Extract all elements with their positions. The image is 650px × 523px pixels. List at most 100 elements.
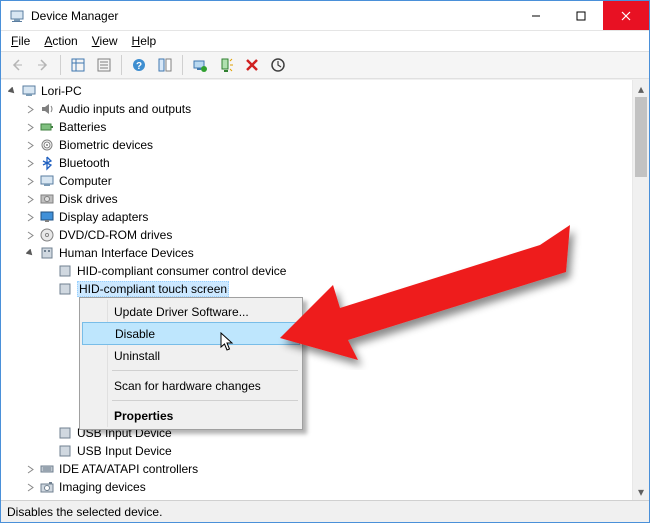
menu-action[interactable]: Action: [38, 32, 83, 50]
battery-icon: [39, 119, 55, 135]
ctx-uninstall[interactable]: Uninstall: [82, 344, 300, 367]
collapse-icon[interactable]: [5, 84, 19, 98]
menu-file[interactable]: File: [5, 32, 36, 50]
computer-icon: [21, 83, 37, 99]
ctx-disable[interactable]: Disable: [82, 322, 300, 345]
tree-category[interactable]: Computer: [1, 172, 649, 190]
ctx-scan-hardware[interactable]: Scan for hardware changes: [82, 374, 300, 397]
tree-category[interactable]: IDE ATA/ATAPI controllers: [1, 460, 649, 478]
expand-icon[interactable]: [23, 210, 37, 224]
tree-label: HID-compliant consumer control device: [77, 264, 286, 278]
minimize-button[interactable]: [513, 1, 558, 30]
device-tree[interactable]: Lori-PC Audio inputs and outputs Batteri…: [1, 80, 649, 498]
ctx-update-driver[interactable]: Update Driver Software...: [82, 300, 300, 323]
tree-category[interactable]: Disk drives: [1, 190, 649, 208]
expand-icon[interactable]: [23, 120, 37, 134]
context-menu: Update Driver Software... Disable Uninst…: [79, 297, 303, 430]
tree-category[interactable]: Audio inputs and outputs: [1, 100, 649, 118]
dvd-icon: [39, 227, 55, 243]
tree-label: Lori-PC: [41, 84, 82, 98]
maximize-button[interactable]: [558, 1, 603, 30]
uninstall-button[interactable]: [240, 53, 264, 77]
expand-icon[interactable]: [23, 480, 37, 494]
tree-label: HID-compliant touch screen: [77, 281, 229, 297]
hid-device-icon: [57, 443, 73, 459]
close-button[interactable]: [603, 1, 649, 30]
display-icon: [39, 209, 55, 225]
menubar: File Action View Help: [1, 31, 649, 51]
audio-icon: [39, 101, 55, 117]
window-title: Device Manager: [31, 9, 513, 23]
tree-label: Bluetooth: [59, 156, 110, 170]
collapse-icon[interactable]: [23, 246, 37, 260]
tree-category-hid[interactable]: Human Interface Devices: [1, 244, 649, 262]
toolbar-separator: [60, 55, 61, 75]
svg-text:?: ?: [136, 61, 142, 72]
tree-label: DVD/CD-ROM drives: [59, 228, 172, 242]
scroll-up-arrow[interactable]: ▴: [633, 80, 649, 97]
context-menu-separator: [112, 400, 298, 401]
expand-icon[interactable]: [23, 228, 37, 242]
ctx-properties[interactable]: Properties: [82, 404, 300, 427]
tree-label: Human Interface Devices: [59, 246, 194, 260]
vertical-scrollbar[interactable]: ▴ ▾: [632, 80, 649, 500]
tree-label: USB Input Device: [77, 444, 172, 458]
tree-label: Biometric devices: [59, 138, 153, 152]
menu-view[interactable]: View: [86, 32, 124, 50]
expand-icon[interactable]: [23, 192, 37, 206]
toolbar-separator: [121, 55, 122, 75]
app-icon: [9, 8, 25, 24]
expand-icon[interactable]: [23, 138, 37, 152]
back-button[interactable]: [5, 53, 29, 77]
update-driver-button[interactable]: [188, 53, 212, 77]
tree-label: Computer: [59, 174, 112, 188]
properties-button[interactable]: [92, 53, 116, 77]
device-tree-area: Lori-PC Audio inputs and outputs Batteri…: [1, 79, 649, 500]
tree-category[interactable]: Bluetooth: [1, 154, 649, 172]
hid-device-icon: [57, 281, 73, 297]
statusbar-text: Disables the selected device.: [7, 505, 162, 519]
biometric-icon: [39, 137, 55, 153]
tree-category[interactable]: Imaging devices: [1, 478, 649, 496]
expand-icon[interactable]: [23, 156, 37, 170]
forward-button[interactable]: [31, 53, 55, 77]
expand-icon[interactable]: [23, 102, 37, 116]
tree-label: Disk drives: [59, 192, 118, 206]
tree-label: Imaging devices: [59, 480, 146, 494]
help-button[interactable]: ?: [127, 53, 151, 77]
computer-icon: [39, 173, 55, 189]
show-hide-tree-button[interactable]: [66, 53, 90, 77]
scroll-thumb[interactable]: [635, 97, 647, 177]
device-manager-window: Device Manager File Action View Help ?: [0, 0, 650, 523]
tree-label: Display adapters: [59, 210, 148, 224]
toolbar-separator: [182, 55, 183, 75]
ide-icon: [39, 461, 55, 477]
titlebar: Device Manager: [1, 1, 649, 31]
bluetooth-icon: [39, 155, 55, 171]
toolbar: ?: [1, 51, 649, 79]
disk-icon: [39, 191, 55, 207]
tree-category[interactable]: Display adapters: [1, 208, 649, 226]
expand-icon[interactable]: [23, 462, 37, 476]
enable-device-button[interactable]: [214, 53, 238, 77]
hid-device-icon: [57, 263, 73, 279]
hid-icon: [39, 245, 55, 261]
tree-device[interactable]: HID-compliant consumer control device: [1, 262, 649, 280]
tree-label: Audio inputs and outputs: [59, 102, 191, 116]
tree-label: IDE ATA/ATAPI controllers: [59, 462, 198, 476]
menu-help[interactable]: Help: [126, 32, 163, 50]
tree-device[interactable]: USB Input Device: [1, 442, 649, 460]
expand-icon[interactable]: [23, 174, 37, 188]
scan-hardware-button[interactable]: [266, 53, 290, 77]
statusbar: Disables the selected device.: [1, 500, 649, 522]
tree-root[interactable]: Lori-PC: [1, 82, 649, 100]
tree-category[interactable]: DVD/CD-ROM drives: [1, 226, 649, 244]
tree-label: Batteries: [59, 120, 106, 134]
tree-device-selected[interactable]: HID-compliant touch screen: [1, 280, 649, 298]
hid-device-icon: [57, 425, 73, 441]
tree-category[interactable]: Batteries: [1, 118, 649, 136]
imaging-icon: [39, 479, 55, 495]
scroll-down-arrow[interactable]: ▾: [633, 483, 649, 500]
tree-category[interactable]: Biometric devices: [1, 136, 649, 154]
console-tree-button[interactable]: [153, 53, 177, 77]
